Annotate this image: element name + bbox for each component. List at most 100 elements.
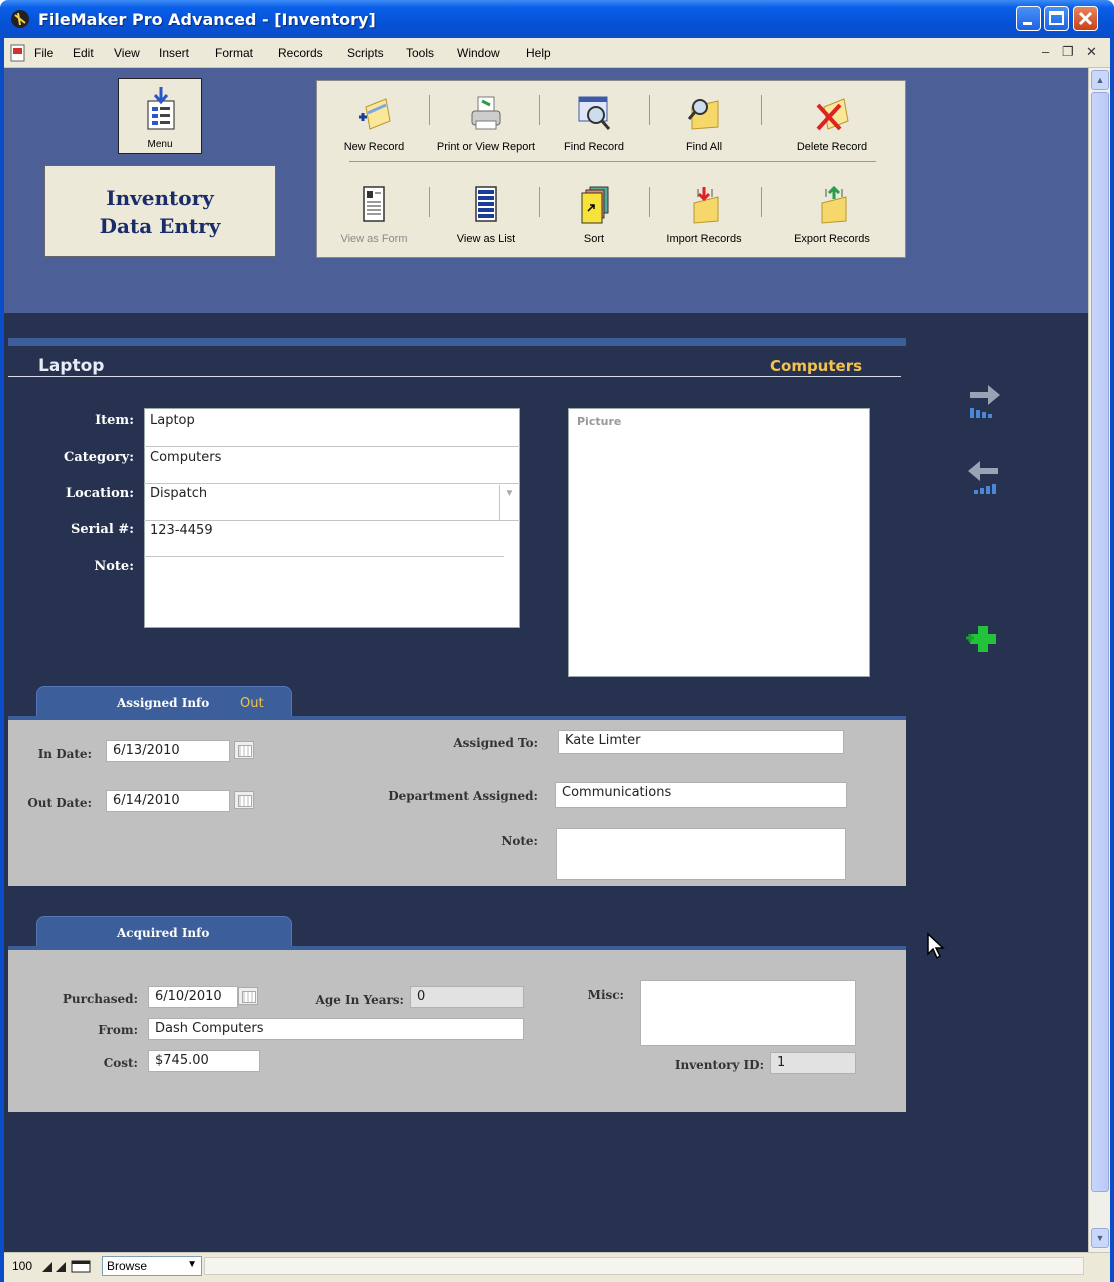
assigned-note-label: Note: xyxy=(501,834,538,848)
item-label: Item: xyxy=(95,413,134,428)
record-title: Laptop xyxy=(38,356,105,376)
import-records-label: Import Records xyxy=(666,233,742,245)
close-button[interactable] xyxy=(1073,6,1098,31)
tab-acquired-info[interactable]: Acquired Info xyxy=(36,916,292,948)
print-report-label: Print or View Report xyxy=(436,141,536,153)
export-records-label: Export Records xyxy=(794,233,870,245)
previous-record-icon[interactable] xyxy=(966,456,1002,496)
import-records-button[interactable]: Import Records xyxy=(649,181,759,251)
cost-field[interactable]: $745.00 xyxy=(148,1050,260,1072)
from-field[interactable]: Dash Computers xyxy=(148,1018,524,1040)
toolbar-separator xyxy=(761,187,762,217)
mode-selector[interactable]: Browse ▼ xyxy=(102,1256,202,1276)
age-field: 0 xyxy=(410,986,524,1008)
serial-field[interactable]: 123-4459 xyxy=(150,523,213,538)
sort-button[interactable]: Sort xyxy=(539,181,649,251)
picture-label: Picture xyxy=(577,415,622,428)
note-field[interactable] xyxy=(145,558,519,626)
view-as-list-label: View as List xyxy=(456,233,516,245)
in-date-field[interactable]: 6/13/2010 xyxy=(106,740,230,762)
misc-label: Misc: xyxy=(587,988,624,1002)
doc-restore-button[interactable]: ❐ xyxy=(1062,44,1074,60)
title-bar: FileMaker Pro Advanced - [Inventory] xyxy=(0,0,1114,38)
location-field[interactable]: Dispatch xyxy=(150,486,207,501)
minimize-icon xyxy=(1023,22,1032,25)
dropdown-arrow-icon: ▼ xyxy=(187,1259,197,1270)
acquired-panel: Purchased: 6/10/2010 Age In Years: 0 Mis… xyxy=(8,950,906,1112)
action-toolbar: New Record Print or View Report Find Rec… xyxy=(316,80,906,258)
vertical-scrollbar[interactable]: ▲ ▼ xyxy=(1088,68,1110,1252)
picture-container[interactable]: Picture xyxy=(568,408,870,677)
out-date-label: Out Date: xyxy=(27,796,92,810)
menu-edit[interactable]: Edit xyxy=(73,46,94,60)
maximize-button[interactable] xyxy=(1044,6,1069,31)
field-divider xyxy=(144,520,520,521)
calendar-icon[interactable] xyxy=(234,741,254,759)
menu-help[interactable]: Help xyxy=(526,46,551,60)
menu-button[interactable]: Menu xyxy=(118,78,202,154)
delete-record-label: Delete Record xyxy=(796,141,868,153)
menu-records[interactable]: Records xyxy=(278,46,323,60)
new-record-button[interactable]: New Record xyxy=(319,89,429,159)
minimize-button[interactable] xyxy=(1016,6,1041,31)
menu-file[interactable]: File xyxy=(34,46,53,60)
menu-window[interactable]: Window xyxy=(457,46,500,60)
zoom-level[interactable]: 100 xyxy=(12,1259,32,1273)
doc-close-button[interactable]: ✕ xyxy=(1086,44,1097,60)
tab-assigned-info[interactable]: Assigned Info Out xyxy=(36,686,292,718)
calendar-icon[interactable] xyxy=(238,987,258,1005)
toolbar-separator xyxy=(429,187,430,217)
purchased-field[interactable]: 6/10/2010 xyxy=(148,986,238,1008)
field-divider xyxy=(144,446,520,447)
close-icon xyxy=(1078,11,1093,26)
misc-field[interactable] xyxy=(640,980,856,1046)
scroll-down-arrow-icon[interactable]: ▼ xyxy=(1091,1228,1109,1248)
out-date-field[interactable]: 6/14/2010 xyxy=(106,790,230,812)
find-all-button[interactable]: Find All xyxy=(649,89,759,159)
location-label: Location: xyxy=(65,486,134,501)
menu-format[interactable]: Format xyxy=(215,46,253,60)
find-record-icon xyxy=(578,96,611,130)
record-title-underline xyxy=(8,376,901,377)
document-icon[interactable] xyxy=(10,44,26,62)
mouse-cursor-icon xyxy=(927,932,945,960)
assigned-to-field[interactable]: Kate Limter xyxy=(558,730,844,754)
assigned-tab-label: Assigned Info xyxy=(117,696,210,710)
field-divider xyxy=(144,556,504,557)
menu-tools[interactable]: Tools xyxy=(406,46,434,60)
form-view-icon xyxy=(363,186,385,222)
export-records-button[interactable]: Export Records xyxy=(777,181,887,251)
category-field[interactable]: Computers xyxy=(150,450,221,465)
horizontal-scrollbar[interactable] xyxy=(204,1257,1084,1275)
department-field[interactable]: Communications xyxy=(555,782,847,808)
add-record-icon[interactable] xyxy=(964,618,1000,658)
in-date-label: In Date: xyxy=(37,747,92,761)
scroll-up-arrow-icon[interactable]: ▲ xyxy=(1091,70,1109,90)
sort-label: Sort xyxy=(583,233,605,245)
find-record-button[interactable]: Find Record xyxy=(539,89,649,159)
assigned-note-field[interactable] xyxy=(556,828,846,880)
view-as-list-button[interactable]: View as List xyxy=(431,181,541,251)
status-bar: 100 Browse ▼ xyxy=(4,1252,1110,1282)
next-record-icon[interactable] xyxy=(966,380,1002,420)
note-label: Note: xyxy=(94,559,134,574)
filemaker-app-icon[interactable] xyxy=(10,9,30,29)
calendar-icon[interactable] xyxy=(234,791,254,809)
layout-content: Menu Inventory Data Entry New Record Pri… xyxy=(4,68,1088,1252)
view-as-form-button[interactable]: View as Form xyxy=(319,181,429,251)
inventory-id-field: 1 xyxy=(770,1052,856,1074)
print-report-button[interactable]: Print or View Report xyxy=(431,89,541,159)
zoom-controls-icon[interactable] xyxy=(40,1258,96,1274)
maximize-icon xyxy=(1049,11,1064,25)
delete-record-button[interactable]: Delete Record xyxy=(777,89,887,159)
menu-scripts[interactable]: Scripts xyxy=(347,46,384,60)
layout-title-panel: Inventory Data Entry xyxy=(44,165,276,257)
menu-view[interactable]: View xyxy=(114,46,140,60)
from-label: From: xyxy=(98,1023,138,1037)
item-field[interactable]: Laptop xyxy=(150,413,195,428)
scrollbar-thumb[interactable] xyxy=(1091,92,1109,1192)
doc-minimize-button[interactable]: – xyxy=(1042,44,1049,59)
menu-icon xyxy=(147,87,175,130)
location-dropdown-arrow[interactable]: ▼ xyxy=(499,485,519,521)
menu-insert[interactable]: Insert xyxy=(159,46,189,60)
